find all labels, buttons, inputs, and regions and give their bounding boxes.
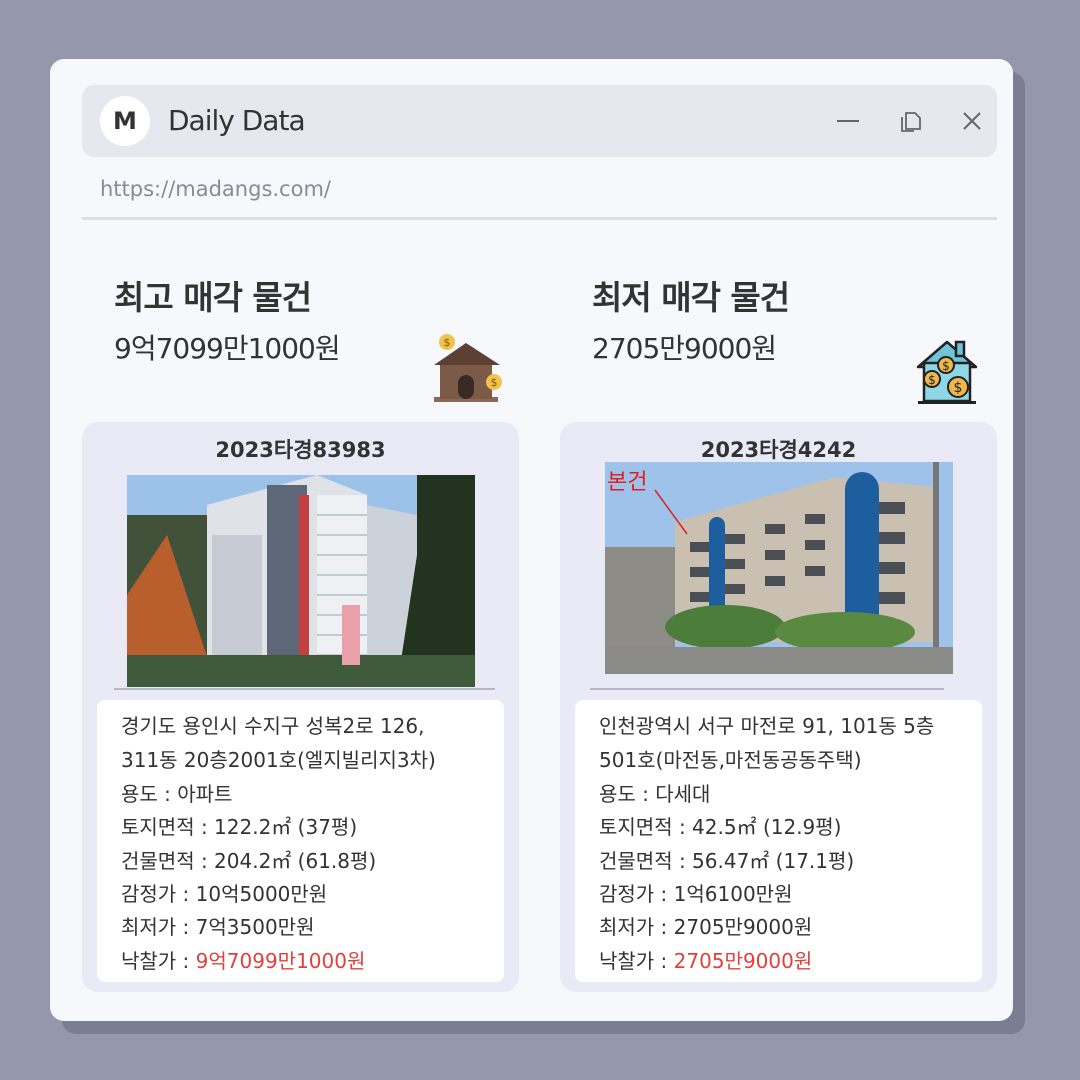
highest-address-line2: 311동 20층2001호(엘지빌리지3차) xyxy=(121,748,436,772)
highest-heading: 최고 매각 물건 xyxy=(114,278,312,317)
highest-card-divider xyxy=(114,688,495,690)
lowest-price: 2705만9000원 xyxy=(592,332,777,365)
lowest-address-line1: 인천광역시 서구 마전로 91, 101동 5층 xyxy=(599,714,935,738)
svg-text:$: $ xyxy=(942,359,950,373)
lowest-appraisal: 감정가 : 1억6100만원 xyxy=(599,882,793,906)
highest-usage: 용도 : 아파트 xyxy=(121,782,233,806)
house-dollar-icon: $ $ xyxy=(434,334,502,402)
lowest-winning-bid: 낙찰가 : 2705만9000원 xyxy=(599,945,812,974)
lowest-case-number: 2023타경4242 xyxy=(700,438,857,462)
lowest-land-area: 토지면적 : 42.5㎡ (12.9평) xyxy=(599,815,842,839)
highest-winning-bid: 낙찰가 : 9억7099만1000원 xyxy=(121,945,365,974)
highest-card: 2023타경83983 경기도 용인시 수지구 성복2로 126, 311동 2… xyxy=(82,422,519,992)
lowest-card-divider xyxy=(590,688,944,690)
highest-address-line1: 경기도 용인시 수지구 성복2로 126, xyxy=(121,714,425,738)
lowest-winning-label: 낙찰가 : xyxy=(599,949,674,973)
highest-info-panel: 경기도 용인시 수지구 성복2로 126, 311동 20층2001호(엘지빌리… xyxy=(97,700,504,982)
app-logo: M xyxy=(100,96,150,146)
app-title: Daily Data xyxy=(168,104,306,137)
lowest-info-panel: 인천광역시 서구 마전로 91, 101동 5층 501호(마전동,마전동공동주… xyxy=(575,700,982,982)
minimize-button[interactable] xyxy=(834,107,862,135)
highest-building-area: 건물면적 : 204.2㎡ (61.8평) xyxy=(121,849,377,873)
title-bar: M Daily Data xyxy=(82,85,997,157)
svg-text:$: $ xyxy=(491,376,498,389)
highest-price: 9억7099만1000원 xyxy=(114,332,341,365)
lowest-winning-value: 2705만9000원 xyxy=(673,949,813,973)
lowest-property-photo: 본건 xyxy=(605,462,953,674)
svg-text:$: $ xyxy=(928,373,936,387)
photo-annotation-label: 본건 xyxy=(607,470,647,495)
lowest-usage: 용도 : 다세대 xyxy=(599,782,711,806)
highest-appraisal: 감정가 : 10억5000만원 xyxy=(121,882,328,906)
restore-button[interactable] xyxy=(897,107,925,135)
url-text[interactable]: https://madangs.com/ xyxy=(100,177,331,201)
highest-minimum-price: 최저가 : 7억3500만원 xyxy=(121,915,315,939)
svg-text:$: $ xyxy=(954,380,963,396)
lowest-card: 2023타경4242 본건 인천광역시 서구 마전로 91, 101동 5층 5… xyxy=(560,422,997,992)
highest-case-number: 2023타경83983 xyxy=(215,438,386,462)
restore-icon xyxy=(901,112,921,132)
house-coins-icon: $ $ $ xyxy=(916,340,978,404)
app-window: M Daily Data https://madangs.com/ 최고 매각 … xyxy=(50,59,1013,1021)
close-icon xyxy=(963,112,981,130)
lowest-building-area: 건물면적 : 56.47㎡ (17.1평) xyxy=(599,849,855,873)
highest-land-area: 토지면적 : 122.2㎡ (37평) xyxy=(121,815,358,839)
highest-winning-value: 9억7099만1000원 xyxy=(195,949,366,973)
lowest-address-line2: 501호(마전동,마전동공동주택) xyxy=(599,748,862,772)
highest-property-photo xyxy=(127,475,475,687)
header-divider xyxy=(82,217,997,220)
lowest-heading: 최저 매각 물건 xyxy=(592,278,790,317)
highest-winning-label: 낙찰가 : xyxy=(121,949,196,973)
svg-text:$: $ xyxy=(444,336,451,349)
lowest-minimum-price: 최저가 : 2705만9000원 xyxy=(599,915,813,939)
minimize-icon xyxy=(837,120,859,122)
close-button[interactable] xyxy=(958,107,986,135)
